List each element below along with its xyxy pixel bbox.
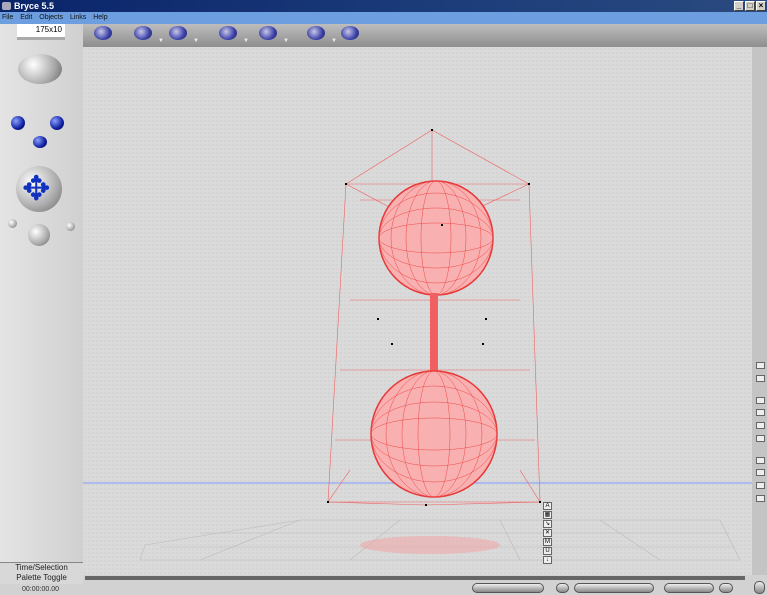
move-arrows-icon: ✥	[22, 170, 51, 208]
right-tool-2[interactable]	[756, 375, 765, 382]
bottom-bar	[0, 575, 767, 595]
top-sphere	[378, 180, 494, 296]
menu-links[interactable]: Links	[70, 14, 86, 21]
connecting-stem	[430, 293, 438, 373]
right-tool-1[interactable]	[756, 362, 765, 369]
camera-trackball[interactable]: ✥	[16, 166, 62, 212]
memory-dots[interactable]	[472, 583, 544, 593]
right-tool-6[interactable]	[756, 435, 765, 442]
create-cube-button[interactable]	[88, 24, 118, 44]
minimize-button[interactable]: _	[734, 1, 744, 11]
timecode: 00:00:00.00	[22, 586, 59, 593]
toggle-label-line1: Time/Selection	[15, 563, 68, 572]
right-toolbar	[752, 47, 767, 575]
object-shadow	[360, 536, 500, 554]
create-cylinder-button[interactable]: ▼	[253, 24, 289, 44]
attributes-button[interactable]: A	[543, 502, 552, 510]
create-grid-button[interactable]: ▼	[301, 24, 337, 44]
unlink-button[interactable]: ✕	[543, 529, 552, 537]
menu-bar: File Edit Objects Links Help	[0, 12, 767, 24]
left-palette: 175x10 ✥ Time/Selection Palette Toggle	[0, 24, 83, 584]
trackball-x-control[interactable]	[11, 116, 25, 130]
menu-objects[interactable]: Objects	[39, 14, 63, 21]
title-bar: Bryce 5.5 _ □ ×	[0, 0, 767, 12]
trackball-z-control[interactable]	[50, 116, 64, 130]
menu-help[interactable]: Help	[93, 14, 107, 21]
create-box-button[interactable]	[335, 24, 365, 44]
create-primitive-button[interactable]: ▼	[128, 24, 164, 44]
camera-view-control[interactable]	[18, 54, 62, 84]
small-control-2[interactable]	[66, 222, 75, 231]
options-button[interactable]	[556, 583, 569, 593]
small-control-1[interactable]	[8, 219, 17, 228]
right-tool-7[interactable]	[756, 457, 765, 464]
menu-edit[interactable]: Edit	[20, 14, 32, 21]
right-tool-3[interactable]	[756, 397, 765, 404]
menu-file[interactable]: File	[2, 14, 13, 21]
close-button[interactable]: ×	[756, 1, 766, 11]
3d-viewport[interactable]	[83, 47, 752, 575]
link-button[interactable]: ↘	[543, 520, 552, 528]
app-icon	[2, 2, 11, 10]
trackball-y-control[interactable]	[33, 136, 47, 148]
ungroup-button[interactable]: U	[543, 547, 552, 555]
right-tool-9[interactable]	[756, 482, 765, 489]
keyframe-controls[interactable]	[664, 583, 714, 593]
globe-icon[interactable]	[754, 581, 765, 594]
create-light-button[interactable]: ▼	[213, 24, 249, 44]
right-tool-4[interactable]	[756, 409, 765, 416]
object-tools: A ▦ ↘ ✕ M U ↓	[543, 502, 553, 565]
family-button[interactable]: ▦	[543, 511, 552, 519]
material-button[interactable]: M	[543, 538, 552, 546]
timeline-scrubber[interactable]	[85, 576, 745, 580]
wireframe-scene	[83, 129, 752, 561]
window-title: Bryce 5.5	[14, 1, 55, 11]
size-readout: 175x10	[17, 24, 65, 40]
right-tool-10[interactable]	[756, 495, 765, 502]
maximize-button[interactable]: □	[745, 1, 755, 11]
create-toolbar: ▼ ▼ ▼ ▼ ▼	[83, 24, 767, 47]
right-tool-5[interactable]	[756, 422, 765, 429]
right-tool-8[interactable]	[756, 469, 765, 476]
bottom-sphere	[370, 370, 498, 498]
create-torus-button[interactable]: ▼	[163, 24, 199, 44]
toggle-label-line2: Palette Toggle	[16, 573, 67, 582]
land-object-button[interactable]: ↓	[543, 556, 552, 564]
animation-options[interactable]	[719, 583, 733, 593]
zoom-control[interactable]	[28, 224, 50, 246]
playback-controls[interactable]	[574, 583, 654, 593]
time-selection-palette-toggle[interactable]: Time/Selection Palette Toggle	[0, 562, 83, 584]
